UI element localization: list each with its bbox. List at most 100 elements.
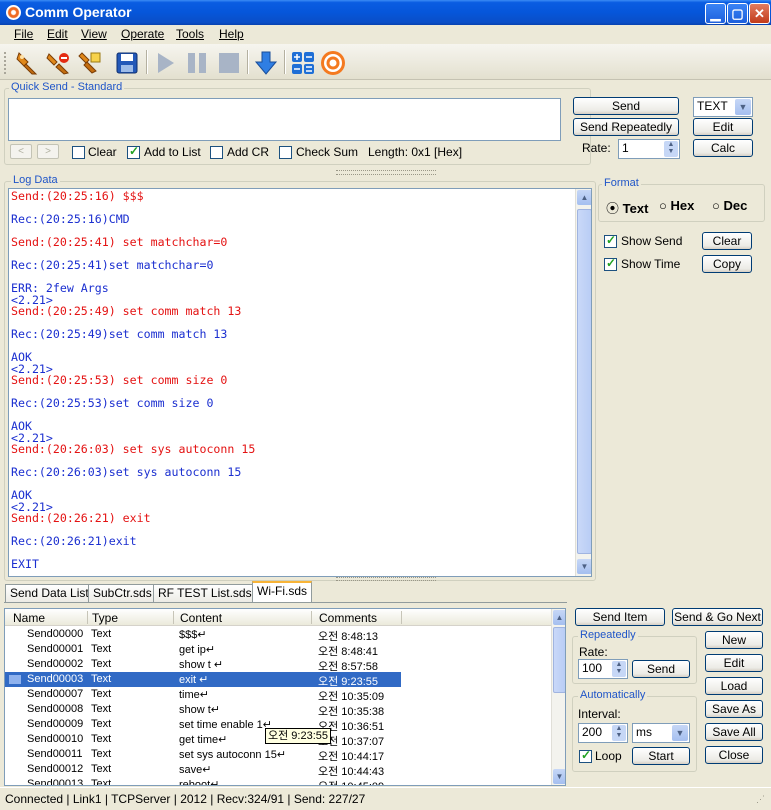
copy-log-button[interactable]: Copy (702, 255, 752, 273)
download-icon[interactable] (251, 48, 281, 78)
stop-icon[interactable] (214, 48, 244, 78)
play-icon[interactable] (150, 48, 180, 78)
table-row[interactable]: Send00003 Text exit ↵ 오전 9:23:55 (5, 672, 401, 688)
rate-spinner[interactable]: ▲ ▼ (664, 141, 678, 157)
edit-button[interactable]: Edit (693, 118, 753, 136)
scroll-down-icon[interactable]: ▼ (577, 559, 591, 574)
add-cr-checkbox[interactable] (210, 146, 223, 159)
log-line: Rec:(20:25:41)set matchchar=0 (11, 258, 214, 272)
maximize-button[interactable]: ▢ (727, 3, 748, 24)
format-radio-hex[interactable]: ○ Hex (659, 198, 694, 213)
settings-icon[interactable] (74, 48, 104, 78)
toolbar-separator (284, 50, 286, 74)
rate-field[interactable]: 1 ▲ ▼ (618, 139, 680, 159)
send-go-next-button[interactable]: Send & Go Next (672, 608, 763, 626)
log-scrollbar[interactable]: ▲ ▼ (575, 189, 591, 576)
menu-view[interactable]: View (81, 27, 107, 41)
add-to-list-checkbox[interactable] (127, 144, 140, 159)
menu-edit[interactable]: Edit (47, 27, 68, 41)
row-name: Send00009 (27, 718, 84, 730)
send-repeatedly-button[interactable]: Send Repeatedly (573, 118, 679, 136)
resize-grip-icon[interactable]: ⋰ (756, 794, 765, 805)
connect-icon[interactable] (12, 48, 42, 78)
save-as-button[interactable]: Save As (705, 700, 763, 718)
column-type[interactable]: Type (92, 611, 118, 625)
interval-unit-select[interactable]: ms ▼ (632, 723, 690, 743)
row-name: Send00012 (27, 763, 84, 775)
send-list[interactable]: Name Type Content Comments Send00000 Text… (4, 608, 566, 786)
log-view[interactable]: Send:(20:25:16) $$$ Rec:(20:25:16)CMD Send… (8, 188, 592, 577)
close-list-button[interactable]: Close (705, 746, 763, 764)
table-row[interactable]: Send00013 Text reboot↵ 오전 10:45:09 (5, 777, 401, 785)
clear-checkbox[interactable] (72, 146, 85, 159)
clear-log-button[interactable]: Clear (702, 232, 752, 250)
new-button[interactable]: New (705, 631, 763, 649)
send-item-button[interactable]: Send Item (575, 608, 665, 626)
table-row[interactable]: Send00009 Text set time enable 1↵ 오전 10:36:… (5, 717, 401, 733)
show-time-checkbox[interactable] (604, 256, 617, 271)
interval-spinner[interactable]: ▲ ▼ (612, 725, 626, 741)
interval-field[interactable]: 200 ▲ ▼ (578, 723, 628, 743)
column-content[interactable]: Content (180, 611, 222, 625)
tab-rf-test-list[interactable]: RF TEST List.sds (153, 584, 257, 602)
calc-button[interactable]: Calc (693, 139, 753, 157)
menu-help[interactable]: Help (219, 27, 244, 41)
tab-wifi[interactable]: Wi-Fi.sds (252, 581, 312, 603)
repeat-rate-field[interactable]: 100 ▲ ▼ (578, 659, 628, 679)
format-radio-dec[interactable]: ○ Dec (712, 198, 747, 213)
column-comments[interactable]: Comments (319, 611, 377, 625)
table-row[interactable]: Send00000 Text $$$↵ 오전 8:48:13 (5, 627, 401, 643)
prev-button[interactable]: < (10, 144, 32, 159)
menu-file[interactable]: File (14, 27, 33, 41)
splitter-handle-lower[interactable] (336, 577, 436, 581)
repeat-send-button[interactable]: Send (632, 660, 690, 678)
table-row[interactable]: Send00002 Text show t ↵ 오전 8:57:58 (5, 657, 401, 673)
table-row[interactable]: Send00012 Text save↵ 오전 10:44:43 (5, 762, 401, 778)
table-row[interactable]: Send00008 Text show t↵ 오전 10:35:38 (5, 702, 401, 718)
scroll-down-icon[interactable]: ▼ (553, 769, 565, 784)
chevron-down-icon[interactable]: ▼ (735, 99, 751, 115)
table-row[interactable]: Send00011 Text set sys autoconn 15↵ 오전 10:4… (5, 747, 401, 763)
quick-send-input[interactable] (8, 98, 561, 141)
save-all-button[interactable]: Save All (705, 723, 763, 741)
load-button[interactable]: Load (705, 677, 763, 695)
log-scroll-thumb[interactable] (577, 209, 591, 554)
scroll-up-icon[interactable]: ▲ (577, 190, 591, 205)
loop-checkbox[interactable] (579, 748, 592, 763)
row-type: Text (91, 673, 112, 685)
repeat-rate-spinner[interactable]: ▲ ▼ (612, 661, 626, 677)
save-icon[interactable] (112, 48, 142, 78)
close-button[interactable]: ✕ (749, 3, 770, 24)
menu-tools[interactable]: Tools (176, 27, 204, 41)
toolbar-grip[interactable] (4, 52, 8, 74)
calculator-icon[interactable] (288, 48, 318, 78)
row-content: set time enable 1↵ (179, 719, 272, 731)
menu-operate[interactable]: Operate (121, 27, 164, 41)
start-button[interactable]: Start (632, 747, 690, 765)
table-row[interactable]: Send00010 Text get time↵ 오전 10:37:07 (5, 732, 401, 748)
tab-subctr[interactable]: SubCtr.sds (88, 584, 157, 602)
minimize-button[interactable]: ▁ (705, 3, 726, 24)
title-bar[interactable]: Comm Operator ▁ ▢ ✕ (0, 0, 771, 25)
interval-unit-value: ms (636, 725, 652, 739)
format-radio-text[interactable]: ⦿ Text (606, 198, 648, 217)
splitter-handle[interactable] (336, 170, 436, 175)
show-send-checkbox[interactable] (604, 233, 617, 248)
next-button[interactable]: > (37, 144, 59, 159)
send-button[interactable]: Send (573, 97, 679, 115)
list-scrollbar[interactable]: ▲ ▼ (551, 609, 565, 785)
disconnect-icon[interactable] (43, 48, 73, 78)
tab-send-data-list[interactable]: Send Data List (5, 584, 94, 602)
scroll-up-icon[interactable]: ▲ (553, 610, 565, 625)
table-row[interactable]: Send00001 Text get ip↵ 오전 8:48:41 (5, 642, 401, 658)
edit-item-button[interactable]: Edit (705, 654, 763, 672)
check-sum-checkbox[interactable] (279, 146, 292, 159)
chevron-down-icon[interactable]: ▼ (672, 725, 688, 741)
log-line: Rec:(20:25:49)set comm match 13 (11, 327, 228, 341)
list-scroll-thumb[interactable] (553, 627, 565, 693)
target-icon[interactable] (318, 48, 348, 78)
pause-icon[interactable] (182, 48, 212, 78)
column-name[interactable]: Name (13, 611, 45, 625)
table-row[interactable]: Send00007 Text time↵ 오전 10:35:09 (5, 687, 401, 703)
format-select[interactable]: TEXT ▼ (693, 97, 753, 117)
